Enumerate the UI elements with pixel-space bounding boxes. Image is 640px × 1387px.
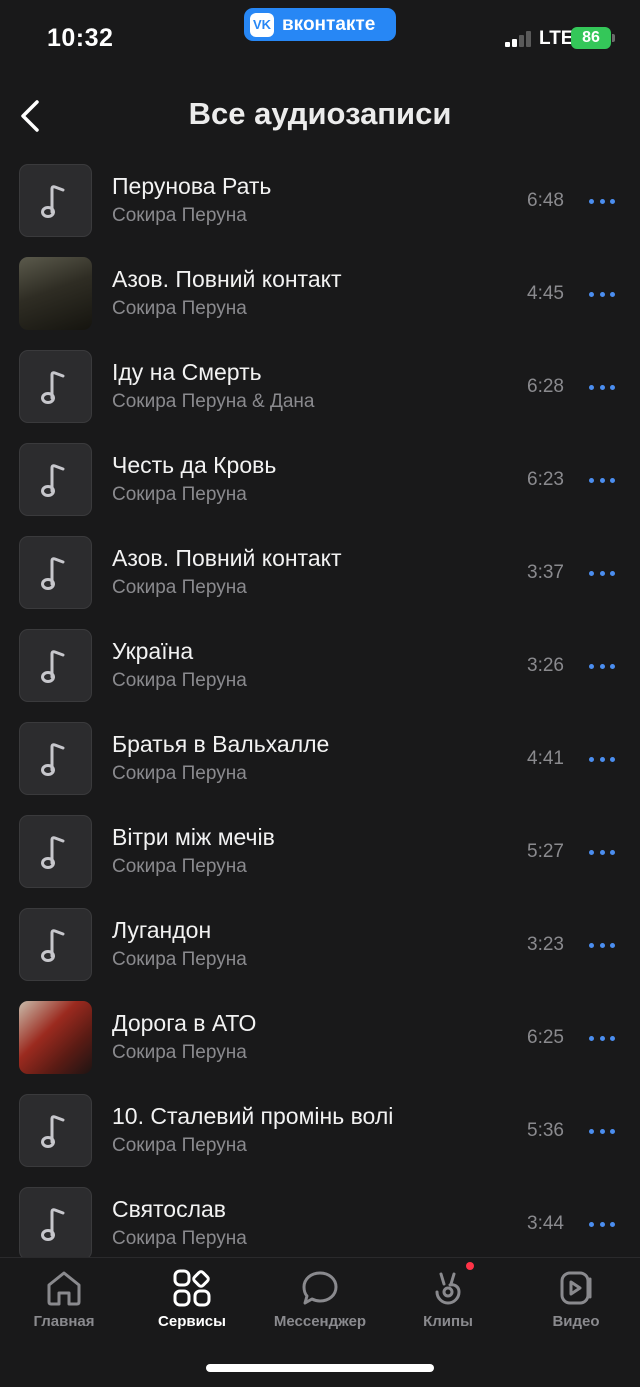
- signal-icon: [505, 31, 535, 47]
- track-artist: Сокира Перуна: [112, 1228, 247, 1249]
- music-note-icon: [19, 1094, 92, 1167]
- track-row[interactable]: Дорога в АТО Сокира Перуна 6:25: [0, 1000, 640, 1093]
- vk-app-pill[interactable]: VK вконтакте: [244, 8, 396, 41]
- track-title: Лугандон: [112, 917, 212, 943]
- music-note-icon: [19, 629, 92, 702]
- track-artist: Сокира Перуна: [112, 856, 247, 877]
- battery-icon: 86: [571, 27, 615, 49]
- track-duration: 3:23: [527, 934, 564, 955]
- music-note-icon: [19, 722, 92, 795]
- track-artist: Сокира Перуна: [112, 949, 247, 970]
- music-note-icon: [19, 536, 92, 609]
- vk-app-name: вконтакте: [282, 13, 376, 35]
- track-title: Вітри між мечів: [112, 824, 275, 850]
- more-options-icon[interactable]: [589, 752, 615, 766]
- tab-messenger[interactable]: Мессенджер: [256, 1258, 384, 1348]
- tab-services-label: Сервисы: [158, 1313, 226, 1330]
- track-title: Перунова Рать: [112, 173, 272, 199]
- track-row[interactable]: Перунова Рать Сокира Перуна 6:48: [0, 163, 640, 256]
- messenger-icon: [302, 1271, 338, 1305]
- track-duration: 3:37: [527, 562, 564, 583]
- music-note-icon: [19, 815, 92, 888]
- album-cover: [19, 257, 92, 330]
- tab-video-label: Видео: [552, 1313, 600, 1330]
- track-title: Братья в Вальхалле: [112, 731, 330, 757]
- status-bar: 10:32 VK вконтакте LTE 86: [0, 0, 640, 80]
- more-options-icon[interactable]: [589, 659, 615, 673]
- more-options-icon[interactable]: [589, 473, 615, 487]
- tab-messenger-label: Мессенджер: [273, 1313, 367, 1330]
- more-options-icon[interactable]: [589, 1217, 615, 1231]
- track-list: Перунова Рать Сокира Перуна 6:48 Азов. Повн…: [0, 163, 640, 1279]
- track-duration: 5:36: [527, 1120, 564, 1141]
- music-note-icon: [19, 908, 92, 981]
- network-type: LTE: [539, 28, 574, 49]
- vk-logo-icon: VK: [250, 12, 274, 37]
- track-duration: 6:23: [527, 469, 564, 490]
- track-artist: Сокира Перуна: [112, 1042, 247, 1063]
- track-duration: 3:44: [527, 1213, 564, 1234]
- track-duration: 5:27: [527, 841, 564, 862]
- page-title: Все аудиозаписи: [188, 96, 452, 131]
- more-options-icon[interactable]: [589, 938, 615, 952]
- track-duration: 6:48: [527, 190, 564, 211]
- track-row[interactable]: Азов. Повний контакт Сокира Перуна 3:37: [0, 535, 640, 628]
- track-title: Святослав: [112, 1196, 227, 1222]
- status-time: 10:32: [47, 24, 114, 52]
- music-note-icon: [19, 1187, 92, 1260]
- track-artist: Сокира Перуна: [112, 484, 247, 505]
- track-row[interactable]: Братья в Вальхалле Сокира Перуна 4:41: [0, 721, 640, 814]
- track-duration: 3:26: [527, 655, 564, 676]
- tab-home-label: Главная: [33, 1313, 95, 1330]
- home-indicator[interactable]: [206, 1364, 434, 1372]
- more-options-icon[interactable]: [589, 194, 615, 208]
- track-title: Іду на Смерть: [112, 359, 262, 385]
- track-artist: Сокира Перуна: [112, 670, 247, 691]
- more-options-icon[interactable]: [589, 287, 615, 301]
- page-header: Все аудиозаписи: [0, 80, 640, 152]
- track-title: 10. Сталевий промінь волі: [112, 1103, 394, 1129]
- album-cover: [19, 1001, 92, 1074]
- track-duration: 6:28: [527, 376, 564, 397]
- track-title: Україна: [112, 638, 194, 664]
- clips-icon: [435, 1272, 461, 1305]
- track-row[interactable]: 10. Сталевий промінь волі Сокира Перуна 5:…: [0, 1093, 640, 1186]
- music-note-icon: [19, 164, 92, 237]
- track-artist: Сокира Перуна: [112, 577, 247, 598]
- track-artist: Сокира Перуна: [112, 763, 247, 784]
- track-artist: Сокира Перуна: [112, 1135, 247, 1156]
- track-row[interactable]: Честь да Кровь Сокира Перуна 6:23: [0, 442, 640, 535]
- music-note-icon: [19, 443, 92, 516]
- tab-video[interactable]: Видео: [512, 1258, 640, 1348]
- track-artist: Сокира Перуна: [112, 205, 247, 226]
- video-icon: [560, 1271, 592, 1305]
- music-note-icon: [19, 350, 92, 423]
- track-duration: 4:45: [527, 283, 564, 304]
- more-options-icon[interactable]: [589, 1124, 615, 1138]
- track-duration: 4:41: [527, 748, 564, 769]
- tab-clips[interactable]: Клипы: [384, 1258, 512, 1348]
- track-title: Дорога в АТО: [112, 1010, 257, 1036]
- more-options-icon[interactable]: [589, 1031, 615, 1045]
- track-artist: Сокира Перуна & Дана: [112, 391, 315, 412]
- track-row[interactable]: Лугандон Сокира Перуна 3:23: [0, 907, 640, 1000]
- track-title: Азов. Повний контакт: [112, 545, 342, 571]
- more-options-icon[interactable]: [589, 380, 615, 394]
- track-duration: 6:25: [527, 1027, 564, 1048]
- services-icon: [173, 1269, 211, 1307]
- home-icon: [47, 1271, 81, 1306]
- notification-dot: [466, 1262, 474, 1270]
- tab-home[interactable]: Главная: [0, 1258, 128, 1348]
- track-row[interactable]: Україна Сокира Перуна 3:26: [0, 628, 640, 721]
- tab-services[interactable]: Сервисы: [128, 1258, 256, 1348]
- more-options-icon[interactable]: [589, 566, 615, 580]
- track-row[interactable]: Азов. Повний контакт Сокира Перуна 4:45: [0, 256, 640, 349]
- more-options-icon[interactable]: [589, 845, 615, 859]
- track-row[interactable]: Вітри між мечів Сокира Перуна 5:27: [0, 814, 640, 907]
- track-title: Честь да Кровь: [112, 452, 277, 478]
- track-row[interactable]: Іду на Смерть Сокира Перуна & Дана 6:28: [0, 349, 640, 442]
- track-title: Азов. Повний контакт: [112, 266, 342, 292]
- track-artist: Сокира Перуна: [112, 298, 247, 319]
- tab-clips-label: Клипы: [423, 1313, 473, 1330]
